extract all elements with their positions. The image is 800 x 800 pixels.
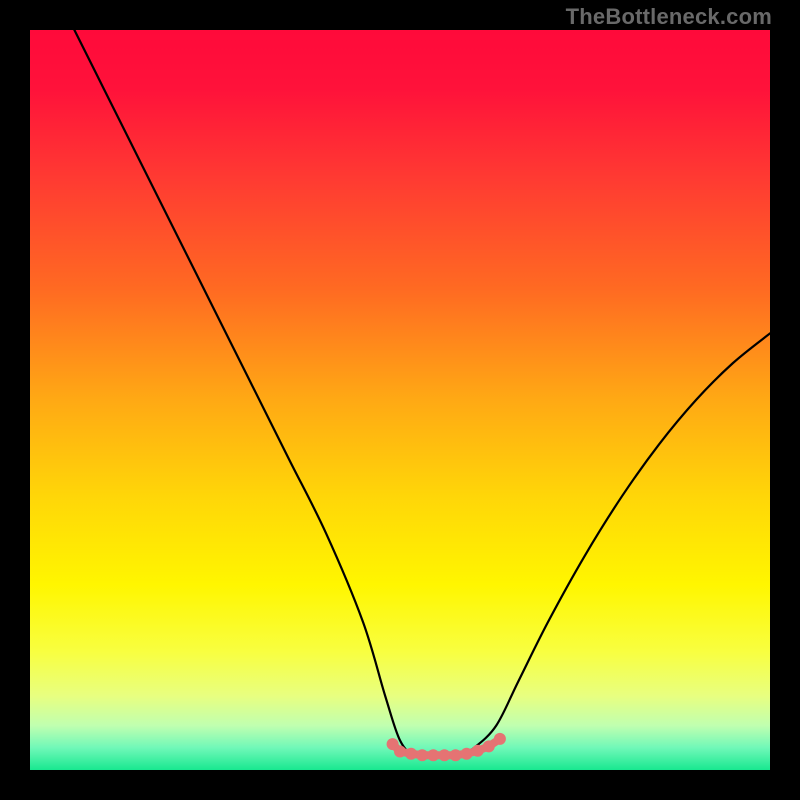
optimal-zone-dot	[405, 748, 417, 760]
optimal-zone-dot	[416, 749, 428, 761]
optimal-zone-dot	[394, 746, 406, 758]
bottleneck-plot	[30, 30, 770, 770]
chart-frame: TheBottleneck.com	[0, 0, 800, 800]
optimal-zone-dot	[427, 749, 439, 761]
optimal-zone-dot	[461, 748, 473, 760]
watermark-text: TheBottleneck.com	[566, 4, 772, 30]
optimal-zone-dot	[438, 749, 450, 761]
optimal-zone-dot	[483, 740, 495, 752]
optimal-zone-dot	[472, 745, 484, 757]
optimal-zone-dot	[450, 749, 462, 761]
optimal-zone-dot	[494, 733, 506, 745]
gradient-background	[30, 30, 770, 770]
